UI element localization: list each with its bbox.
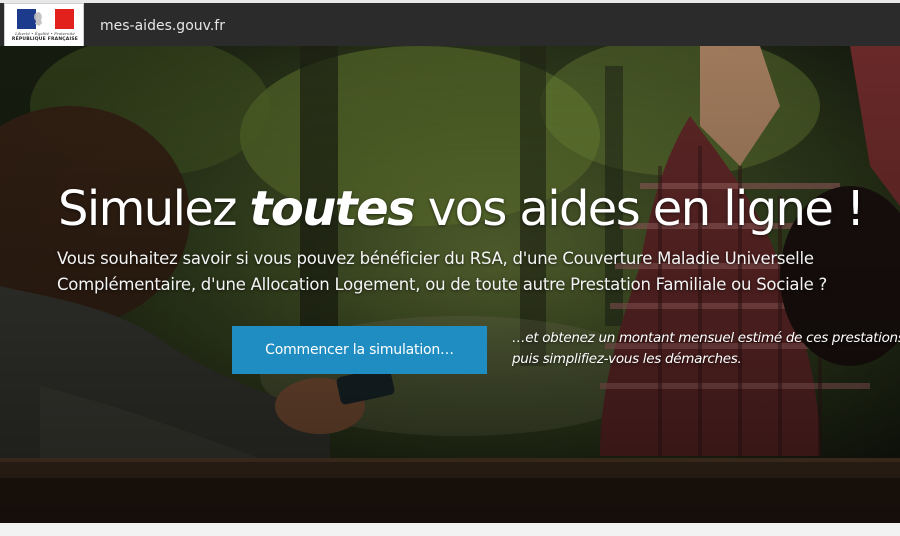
hero-lead-paragraph: Vous souhaitez savoir si vous pouvez bén…: [57, 246, 899, 298]
hero-section: Simulez toutes vos aides en ligne ! Vous…: [0, 46, 900, 523]
lead-line-2: Complémentaire, d'une Allocation Logemen…: [57, 275, 828, 294]
lead-line-1: Vous souhaitez savoir si vous pouvez bén…: [57, 249, 814, 268]
headline-text-after: vos aides en ligne !: [414, 181, 865, 237]
republic-motto: Liberté • Égalité • Fraternité: [15, 31, 75, 36]
site-name-link[interactable]: mes-aides.gouv.fr: [100, 15, 225, 37]
aside-line-1: …et obtenez un montant mensuel estimé de…: [512, 330, 900, 346]
french-flag-icon: [17, 9, 74, 29]
hero-headline: Simulez toutes vos aides en ligne !: [58, 180, 898, 238]
republic-name: RÉPUBLIQUE FRANÇAISE: [11, 37, 79, 42]
top-navbar: Liberté • Égalité • Fraternité RÉPUBLIQU…: [0, 0, 900, 49]
aside-line-2: puis simplifiez-vous les démarches.: [512, 351, 742, 367]
hero-aside-text: …et obtenez un montant mensuel estimé de…: [512, 328, 900, 370]
start-simulation-button[interactable]: Commencer la simulation…: [232, 326, 487, 374]
marianne-logo[interactable]: Liberté • Égalité • Fraternité RÉPUBLIQU…: [4, 3, 84, 49]
page-bottom-strip: [0, 523, 900, 536]
headline-emphasis: toutes: [249, 181, 416, 237]
headline-text-before: Simulez: [58, 181, 250, 237]
